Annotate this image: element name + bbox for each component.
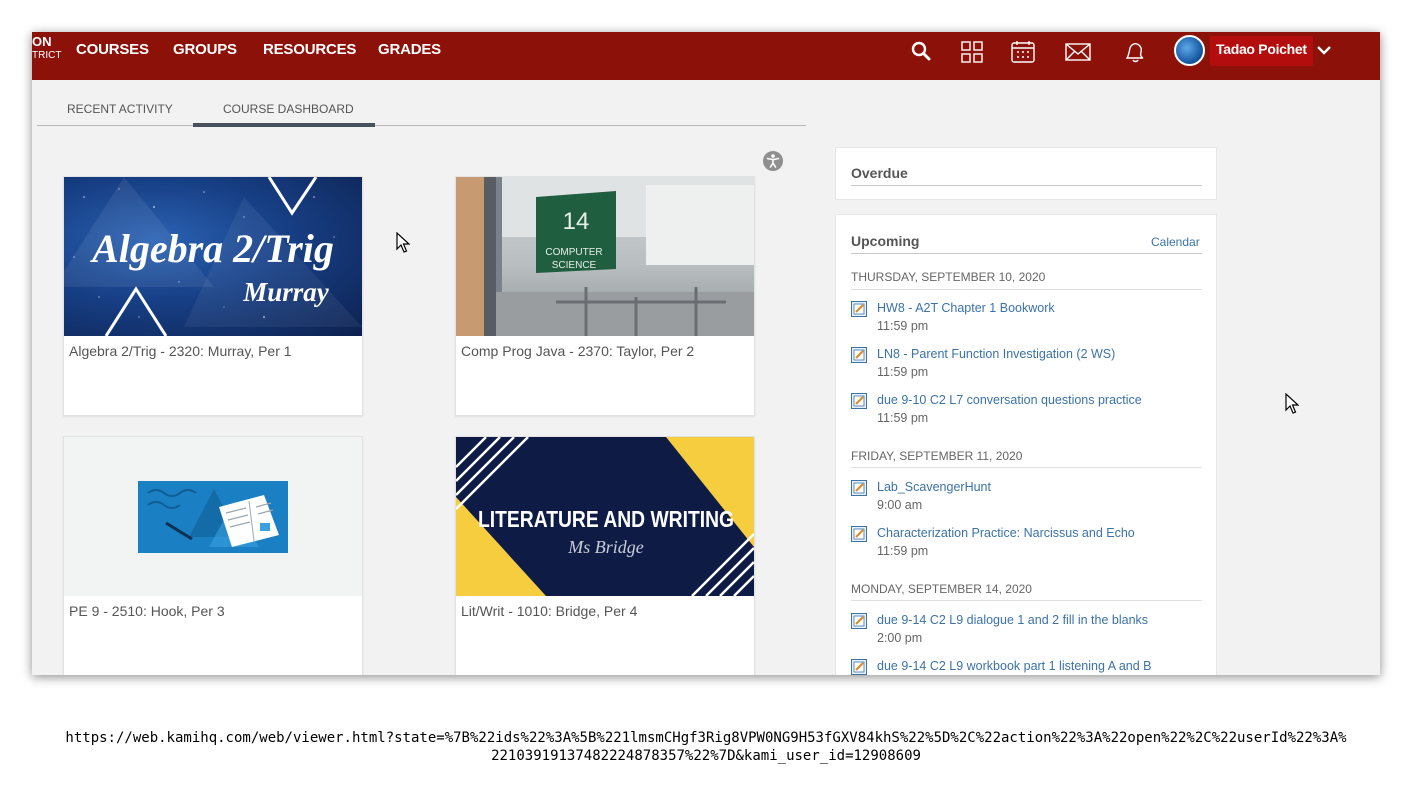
- assignment-item[interactable]: HW8 - A2T Chapter 1 Bookwork 11:59 pm: [851, 301, 1191, 341]
- course-title-litwrit[interactable]: Lit/Writ - 1010: Bridge, Per 4: [461, 603, 637, 619]
- assignment-icon: [851, 393, 867, 409]
- district-logo[interactable]: ON TRICT: [32, 34, 62, 69]
- mail-icon[interactable]: [1065, 40, 1091, 64]
- assignment-time: 9:00 am: [877, 498, 923, 512]
- top-navigation-bar: ON TRICT COURSES GROUPS RESOURCES GRADES…: [32, 32, 1380, 80]
- course-banner-java: 14 COMPUTER SCIENCE: [456, 177, 754, 336]
- tab-recent-activity[interactable]: RECENT ACTIVITY: [67, 102, 173, 124]
- sign-line1: COMPUTER: [545, 247, 602, 258]
- assignment-title[interactable]: due 9-10 C2 L7 conversation questions pr…: [877, 393, 1142, 407]
- nav-grades-link[interactable]: GRADES: [378, 41, 441, 63]
- assignment-title[interactable]: HW8 - A2T Chapter 1 Bookwork: [877, 301, 1055, 315]
- course-card-java[interactable]: 14 COMPUTER SCIENCE Comp Prog Java - 237…: [455, 176, 755, 416]
- assignment-icon: [851, 480, 867, 496]
- course-title-java[interactable]: Comp Prog Java - 2370: Taylor, Per 2: [461, 343, 694, 359]
- page-url: https://web.kamihq.com/web/viewer.html?s…: [0, 729, 1412, 765]
- browser-window: ON TRICT COURSES GROUPS RESOURCES GRADES…: [32, 32, 1380, 675]
- upcoming-heading: Upcoming: [851, 233, 920, 249]
- course-card-pe[interactable]: PE 9 - 2510: Hook, Per 3: [63, 436, 363, 675]
- banner-title-algebra: Algebra 2/Trig: [89, 226, 334, 271]
- calendar-link[interactable]: Calendar: [1151, 235, 1200, 249]
- nav-resources-link[interactable]: RESOURCES: [263, 41, 356, 63]
- assignment-title[interactable]: Lab_ScavengerHunt: [877, 480, 991, 494]
- course-banner-algebra: Algebra 2/Trig Murray: [64, 177, 362, 336]
- mouse-cursor-icon: [396, 232, 410, 253]
- course-card-algebra[interactable]: Algebra 2/Trig Murray Algebra 2/Trig - 2…: [63, 176, 363, 416]
- assignment-item[interactable]: due 9-14 C2 L9 workbook part 1 listening…: [851, 659, 1191, 675]
- assignment-icon: [851, 613, 867, 629]
- sign-line2: SCIENCE: [552, 260, 597, 271]
- logo-text-line2: TRICT: [32, 50, 62, 61]
- assignment-item[interactable]: LN8 - Parent Function Investigation (2 W…: [851, 347, 1191, 387]
- assignment-title[interactable]: LN8 - Parent Function Investigation (2 W…: [877, 347, 1115, 361]
- day-divider: [851, 467, 1202, 468]
- overdue-panel: Overdue: [835, 147, 1217, 200]
- course-title-pe[interactable]: PE 9 - 2510: Hook, Per 3: [69, 603, 225, 619]
- upcoming-panel: Upcoming Calendar THURSDAY, SEPTEMBER 10…: [835, 214, 1217, 675]
- course-card-litwrit[interactable]: LITERATURE AND WRITING Ms Bridge Lit/Wri…: [455, 436, 755, 675]
- assignment-time: 11:59 pm: [877, 365, 929, 379]
- active-tab-indicator: [193, 123, 375, 127]
- day-header: FRIDAY, SEPTEMBER 11, 2020: [851, 449, 1023, 463]
- user-avatar[interactable]: [1174, 35, 1205, 66]
- overdue-heading: Overdue: [851, 165, 908, 181]
- assignment-title[interactable]: Characterization Practice: Narcissus and…: [877, 526, 1135, 540]
- mouse-cursor-icon: [1285, 393, 1299, 414]
- calendar-icon[interactable]: [1010, 40, 1036, 64]
- day-header: MONDAY, SEPTEMBER 14, 2020: [851, 582, 1032, 596]
- user-name-button[interactable]: Tadao Poichet: [1210, 36, 1313, 66]
- day-header: THURSDAY, SEPTEMBER 10, 2020: [851, 270, 1046, 284]
- assignment-item[interactable]: due 9-10 C2 L7 conversation questions pr…: [851, 393, 1191, 433]
- assignment-item[interactable]: Lab_ScavengerHunt 9:00 am: [851, 480, 1191, 520]
- assignment-time: 2:00 pm: [877, 631, 923, 645]
- assignment-icon: [851, 526, 867, 542]
- chevron-down-icon[interactable]: [1315, 42, 1333, 58]
- day-divider: [851, 600, 1202, 601]
- page-url-line2: 22103919137482224878357%22%7D&kami_user_…: [491, 748, 921, 764]
- banner-title-litwrit: LITERATURE AND WRITING: [478, 506, 734, 532]
- assignment-icon: [851, 659, 867, 675]
- assignment-item[interactable]: due 9-14 C2 L9 dialogue 1 and 2 fill in …: [851, 613, 1191, 653]
- banner-teacher-algebra: Murray: [242, 277, 330, 307]
- sign-room-number: 14: [563, 208, 590, 235]
- course-banner-litwrit: LITERATURE AND WRITING Ms Bridge: [456, 437, 754, 596]
- assignment-time: 11:59 pm: [877, 411, 929, 425]
- course-banner-pe: [64, 437, 362, 596]
- apps-grid-icon[interactable]: [959, 40, 985, 64]
- overdue-divider: [851, 185, 1202, 186]
- upcoming-divider: [851, 253, 1202, 254]
- notifications-icon[interactable]: [1122, 40, 1148, 64]
- accessibility-icon[interactable]: [763, 151, 783, 171]
- assignment-icon: [851, 347, 867, 363]
- nav-courses-link[interactable]: COURSES: [76, 41, 149, 63]
- page-url-line1: https://web.kamihq.com/web/viewer.html?s…: [65, 730, 1347, 746]
- assignment-item[interactable]: Characterization Practice: Narcissus and…: [851, 526, 1191, 566]
- search-icon[interactable]: [909, 40, 935, 64]
- logo-text-line1: ON: [32, 34, 52, 49]
- course-title-algebra[interactable]: Algebra 2/Trig - 2320: Murray, Per 1: [69, 343, 292, 359]
- assignment-icon: [851, 301, 867, 317]
- assignment-title[interactable]: due 9-14 C2 L9 dialogue 1 and 2 fill in …: [877, 613, 1148, 627]
- assignment-title[interactable]: due 9-14 C2 L9 workbook part 1 listening…: [877, 659, 1152, 673]
- assignment-time: 11:59 pm: [877, 319, 929, 333]
- banner-teacher-litwrit: Ms Bridge: [567, 537, 644, 557]
- assignment-time: 11:59 pm: [877, 544, 929, 558]
- nav-groups-link[interactable]: GROUPS: [173, 41, 237, 63]
- tab-course-dashboard[interactable]: COURSE DASHBOARD: [223, 102, 354, 124]
- day-divider: [851, 289, 1202, 290]
- tabs-divider: [37, 125, 806, 126]
